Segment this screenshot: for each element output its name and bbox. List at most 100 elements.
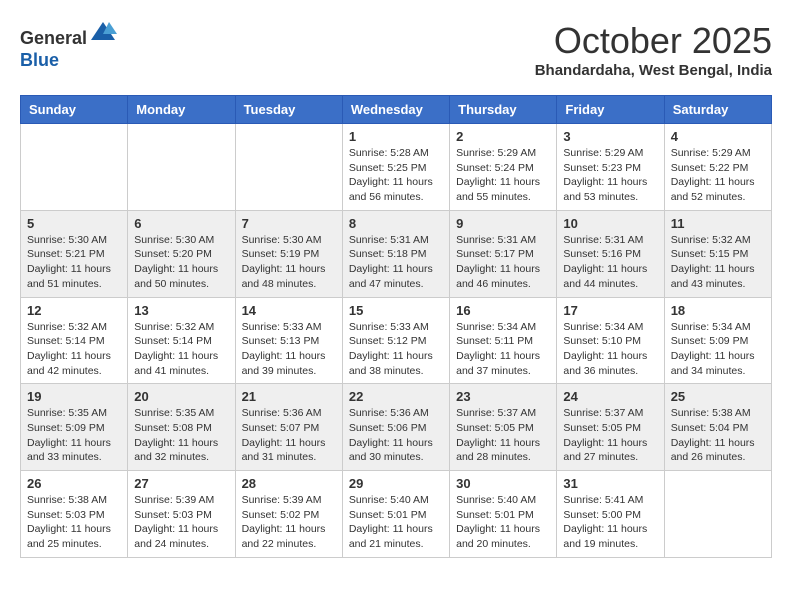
day-number: 5 xyxy=(27,216,121,231)
day-number: 3 xyxy=(563,129,657,144)
calendar-cell: 28 Sunrise: 5:39 AM Sunset: 5:02 PM Dayli… xyxy=(235,471,342,558)
day-number: 28 xyxy=(242,476,336,491)
column-header-monday: Monday xyxy=(128,96,235,124)
calendar-header: SundayMondayTuesdayWednesdayThursdayFrid… xyxy=(21,96,772,124)
column-header-friday: Friday xyxy=(557,96,664,124)
day-info: Sunrise: 5:39 AM Sunset: 5:02 PM Dayligh… xyxy=(242,493,336,552)
column-header-tuesday: Tuesday xyxy=(235,96,342,124)
day-number: 15 xyxy=(349,303,443,318)
calendar-cell xyxy=(235,124,342,211)
day-info: Sunrise: 5:28 AM Sunset: 5:25 PM Dayligh… xyxy=(349,146,443,205)
day-number: 10 xyxy=(563,216,657,231)
day-info: Sunrise: 5:30 AM Sunset: 5:19 PM Dayligh… xyxy=(242,233,336,292)
day-info: Sunrise: 5:37 AM Sunset: 5:05 PM Dayligh… xyxy=(563,406,657,465)
day-number: 23 xyxy=(456,389,550,404)
calendar-cell: 6 Sunrise: 5:30 AM Sunset: 5:20 PM Daylig… xyxy=(128,210,235,297)
calendar-cell: 17 Sunrise: 5:34 AM Sunset: 5:10 PM Dayli… xyxy=(557,297,664,384)
day-info: Sunrise: 5:31 AM Sunset: 5:18 PM Dayligh… xyxy=(349,233,443,292)
week-row-1: 1 Sunrise: 5:28 AM Sunset: 5:25 PM Daylig… xyxy=(21,124,772,211)
day-info: Sunrise: 5:37 AM Sunset: 5:05 PM Dayligh… xyxy=(456,406,550,465)
calendar-cell: 4Sunrise: 5:29 AM Sunset: 5:22 PM Daylig… xyxy=(664,124,771,211)
calendar-cell: 15 Sunrise: 5:33 AM Sunset: 5:12 PM Dayli… xyxy=(342,297,449,384)
day-number: 29 xyxy=(349,476,443,491)
day-number: 9 xyxy=(456,216,550,231)
calendar-cell: 31 Sunrise: 5:41 AM Sunset: 5:00 PM Dayli… xyxy=(557,471,664,558)
day-number: 6 xyxy=(134,216,228,231)
column-header-thursday: Thursday xyxy=(450,96,557,124)
logo-icon xyxy=(89,20,117,44)
day-info: Sunrise: 5:41 AM Sunset: 5:00 PM Dayligh… xyxy=(563,493,657,552)
column-header-sunday: Sunday xyxy=(21,96,128,124)
week-row-5: 26 Sunrise: 5:38 AM Sunset: 5:03 PM Dayli… xyxy=(21,471,772,558)
day-number: 31 xyxy=(563,476,657,491)
calendar-cell: 3 Sunrise: 5:29 AM Sunset: 5:23 PM Daylig… xyxy=(557,124,664,211)
calendar-cell: 13 Sunrise: 5:32 AM Sunset: 5:14 PM Dayli… xyxy=(128,297,235,384)
calendar-cell: 10Sunrise: 5:31 AM Sunset: 5:16 PM Dayli… xyxy=(557,210,664,297)
calendar-cell: 24 Sunrise: 5:37 AM Sunset: 5:05 PM Dayli… xyxy=(557,384,664,471)
calendar-cell: 25Sunrise: 5:38 AM Sunset: 5:04 PM Dayli… xyxy=(664,384,771,471)
day-info: Sunrise: 5:33 AM Sunset: 5:12 PM Dayligh… xyxy=(349,320,443,379)
day-number: 22 xyxy=(349,389,443,404)
day-info: Sunrise: 5:35 AM Sunset: 5:09 PM Dayligh… xyxy=(27,406,121,465)
calendar-cell: 1 Sunrise: 5:28 AM Sunset: 5:25 PM Daylig… xyxy=(342,124,449,211)
day-number: 25 xyxy=(671,389,765,404)
day-number: 30 xyxy=(456,476,550,491)
day-info: Sunrise: 5:31 AM Sunset: 5:17 PM Dayligh… xyxy=(456,233,550,292)
week-row-3: 12 Sunrise: 5:32 AM Sunset: 5:14 PM Dayli… xyxy=(21,297,772,384)
calendar-cell: 21Sunrise: 5:36 AM Sunset: 5:07 PM Dayli… xyxy=(235,384,342,471)
day-info: Sunrise: 5:29 AM Sunset: 5:23 PM Dayligh… xyxy=(563,146,657,205)
day-number: 12 xyxy=(27,303,121,318)
calendar-cell: 23 Sunrise: 5:37 AM Sunset: 5:05 PM Dayli… xyxy=(450,384,557,471)
day-info: Sunrise: 5:38 AM Sunset: 5:03 PM Dayligh… xyxy=(27,493,121,552)
day-info: Sunrise: 5:30 AM Sunset: 5:20 PM Dayligh… xyxy=(134,233,228,292)
logo-general: General xyxy=(20,28,87,48)
calendar-cell: 14Sunrise: 5:33 AM Sunset: 5:13 PM Dayli… xyxy=(235,297,342,384)
calendar-cell: 8 Sunrise: 5:31 AM Sunset: 5:18 PM Daylig… xyxy=(342,210,449,297)
day-info: Sunrise: 5:32 AM Sunset: 5:14 PM Dayligh… xyxy=(134,320,228,379)
day-info: Sunrise: 5:39 AM Sunset: 5:03 PM Dayligh… xyxy=(134,493,228,552)
page-header: General Blue October 2025 Bhandardaha, W… xyxy=(20,20,772,79)
column-header-saturday: Saturday xyxy=(664,96,771,124)
calendar-cell: 27Sunrise: 5:39 AM Sunset: 5:03 PM Dayli… xyxy=(128,471,235,558)
calendar-cell: 20Sunrise: 5:35 AM Sunset: 5:08 PM Dayli… xyxy=(128,384,235,471)
calendar-cell: 26 Sunrise: 5:38 AM Sunset: 5:03 PM Dayli… xyxy=(21,471,128,558)
day-number: 14 xyxy=(242,303,336,318)
day-number: 24 xyxy=(563,389,657,404)
day-number: 20 xyxy=(134,389,228,404)
calendar-cell: 11Sunrise: 5:32 AM Sunset: 5:15 PM Dayli… xyxy=(664,210,771,297)
calendar-table: SundayMondayTuesdayWednesdayThursdayFrid… xyxy=(20,95,772,558)
day-number: 26 xyxy=(27,476,121,491)
calendar-cell xyxy=(664,471,771,558)
day-info: Sunrise: 5:36 AM Sunset: 5:07 PM Dayligh… xyxy=(242,406,336,465)
day-info: Sunrise: 5:34 AM Sunset: 5:09 PM Dayligh… xyxy=(671,320,765,379)
title-block: October 2025 Bhandardaha, West Bengal, I… xyxy=(535,20,772,79)
calendar-cell: 16Sunrise: 5:34 AM Sunset: 5:11 PM Dayli… xyxy=(450,297,557,384)
day-number: 2 xyxy=(456,129,550,144)
calendar-cell: 18 Sunrise: 5:34 AM Sunset: 5:09 PM Dayli… xyxy=(664,297,771,384)
day-info: Sunrise: 5:30 AM Sunset: 5:21 PM Dayligh… xyxy=(27,233,121,292)
day-info: Sunrise: 5:36 AM Sunset: 5:06 PM Dayligh… xyxy=(349,406,443,465)
logo: General Blue xyxy=(20,20,117,71)
calendar-cell: 22 Sunrise: 5:36 AM Sunset: 5:06 PM Dayli… xyxy=(342,384,449,471)
calendar-cell: 7 Sunrise: 5:30 AM Sunset: 5:19 PM Daylig… xyxy=(235,210,342,297)
day-number: 13 xyxy=(134,303,228,318)
day-number: 18 xyxy=(671,303,765,318)
calendar-cell: 9 Sunrise: 5:31 AM Sunset: 5:17 PM Daylig… xyxy=(450,210,557,297)
day-number: 19 xyxy=(27,389,121,404)
week-row-2: 5 Sunrise: 5:30 AM Sunset: 5:21 PM Daylig… xyxy=(21,210,772,297)
day-number: 1 xyxy=(349,129,443,144)
calendar-cell: 2 Sunrise: 5:29 AM Sunset: 5:24 PM Daylig… xyxy=(450,124,557,211)
day-info: Sunrise: 5:32 AM Sunset: 5:14 PM Dayligh… xyxy=(27,320,121,379)
calendar-cell: 30Sunrise: 5:40 AM Sunset: 5:01 PM Dayli… xyxy=(450,471,557,558)
day-number: 17 xyxy=(563,303,657,318)
day-info: Sunrise: 5:29 AM Sunset: 5:24 PM Dayligh… xyxy=(456,146,550,205)
day-info: Sunrise: 5:40 AM Sunset: 5:01 PM Dayligh… xyxy=(349,493,443,552)
day-number: 8 xyxy=(349,216,443,231)
day-info: Sunrise: 5:34 AM Sunset: 5:11 PM Dayligh… xyxy=(456,320,550,379)
day-number: 7 xyxy=(242,216,336,231)
day-info: Sunrise: 5:34 AM Sunset: 5:10 PM Dayligh… xyxy=(563,320,657,379)
column-header-wednesday: Wednesday xyxy=(342,96,449,124)
month-title: October 2025 xyxy=(535,20,772,62)
calendar-cell: 29 Sunrise: 5:40 AM Sunset: 5:01 PM Dayli… xyxy=(342,471,449,558)
day-info: Sunrise: 5:32 AM Sunset: 5:15 PM Dayligh… xyxy=(671,233,765,292)
